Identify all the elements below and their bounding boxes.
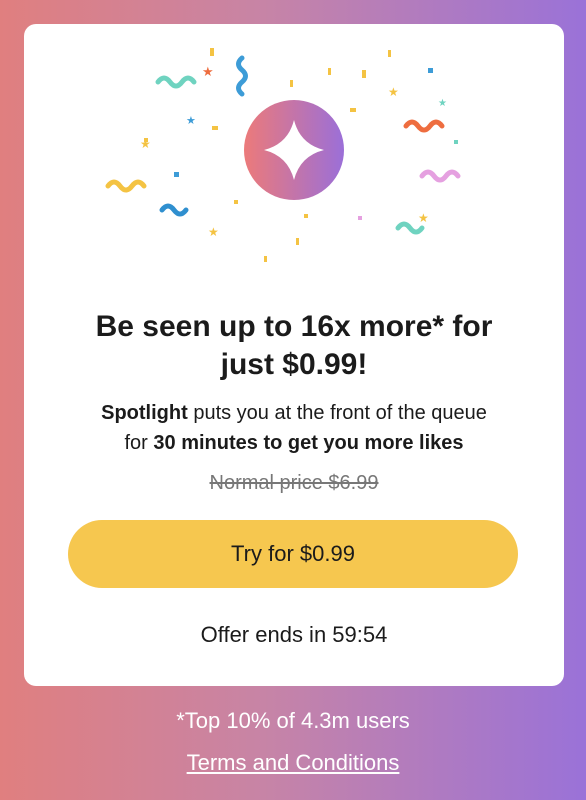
footnote: *Top 10% of 4.3m users [176,708,410,733]
svg-text:★: ★ [438,98,447,109]
offer-countdown: Offer ends in 59:54 [200,622,388,647]
headline-line-2: just $0.99! [220,348,368,381]
description-line-1: Spotlight puts you at the front of the q… [24,398,564,428]
try-button[interactable]: Try for $0.99 [68,520,518,588]
svg-text:★: ★ [208,225,219,239]
svg-text:★: ★ [186,114,196,127]
headline: Be seen up to 16x more* for just $0.99! [24,308,564,384]
description-line-2-pre: for [124,432,154,454]
confetti-decoration: ★ ★ ★ ★ ★ ★ ★ [105,48,461,262]
spotlight-offer-card: ★ ★ ★ ★ ★ ★ ★ Be seen up to 16x more* fo… [24,24,564,686]
spotlight-badge [244,100,344,200]
headline-line-1: Be seen up to 16x more* for [95,310,493,343]
svg-text:★: ★ [202,65,214,80]
svg-text:★: ★ [388,85,399,99]
normal-price: Normal price $6.99 [209,472,379,494]
description: Spotlight puts you at the front of the q… [24,398,564,458]
duration-term: 30 minutes to get you more likes [153,432,464,454]
spotlight-term: Spotlight [101,402,188,424]
description-line-1-rest: puts you at the front of the queue [187,402,487,424]
svg-text:★: ★ [418,211,429,225]
svg-text:★: ★ [140,137,151,151]
terms-link[interactable]: Terms and Conditions [0,750,586,776]
description-line-2: for 30 minutes to get you more likes [24,428,564,458]
